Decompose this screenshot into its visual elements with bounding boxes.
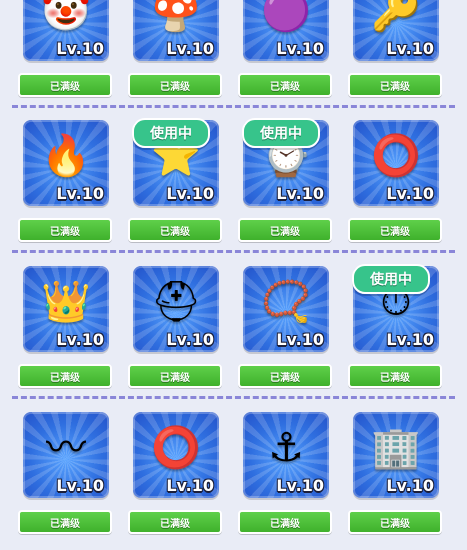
mushroom-head-icon: 🍄: [151, 0, 201, 35]
in-use-badge: 使用中: [352, 264, 430, 294]
tooth-necklace-icon: 📿: [261, 279, 311, 326]
gold-ornament-icon: 〰: [46, 425, 86, 472]
max-level-button[interactable]: 已满级: [238, 364, 332, 388]
level-label: Lv.10: [166, 184, 214, 203]
max-level-button[interactable]: 已满级: [348, 218, 442, 242]
max-level-button[interactable]: 已满级: [18, 364, 112, 388]
purple-ball-icon: 🟣: [261, 0, 311, 35]
level-label: Lv.10: [386, 330, 434, 349]
building-icon: 🏢: [371, 425, 421, 472]
item-card[interactable]: 🏢 Lv.10: [353, 412, 439, 498]
gold-ring-icon: ⭕: [151, 425, 201, 472]
anchor-icon: ⚓: [268, 425, 304, 472]
max-level-button[interactable]: 已满级: [348, 510, 442, 534]
item-card[interactable]: 🟣 Lv.10: [243, 0, 329, 61]
level-label: Lv.10: [276, 330, 324, 349]
level-label: Lv.10: [56, 39, 104, 58]
level-label: Lv.10: [276, 184, 324, 203]
item-card[interactable]: ⭕ Lv.10: [353, 120, 439, 206]
in-use-badge: 使用中: [132, 118, 210, 148]
level-label: Lv.10: [166, 39, 214, 58]
helmet-icon: ⛑: [150, 279, 202, 326]
max-level-button[interactable]: 已满级: [18, 218, 112, 242]
gold-earrings-icon: ⭕: [371, 133, 421, 180]
item-card[interactable]: ⭕ Lv.10: [133, 412, 219, 498]
level-label: Lv.10: [276, 39, 324, 58]
max-level-button[interactable]: 已满级: [128, 510, 222, 534]
item-card[interactable]: 📿 Lv.10: [243, 266, 329, 352]
max-level-button[interactable]: 已满级: [128, 218, 222, 242]
clown-face-icon: 🤡: [41, 0, 91, 35]
max-level-button[interactable]: 已满级: [238, 73, 332, 97]
item-card[interactable]: 〰 Lv.10: [23, 412, 109, 498]
item-card[interactable]: 🔑 Lv.10: [353, 0, 439, 61]
row-divider: [12, 250, 455, 253]
level-label: Lv.10: [166, 330, 214, 349]
level-label: Lv.10: [386, 39, 434, 58]
level-label: Lv.10: [276, 476, 324, 495]
in-use-badge: 使用中: [242, 118, 320, 148]
item-card[interactable]: ⛑ Lv.10: [133, 266, 219, 352]
level-label: Lv.10: [386, 184, 434, 203]
item-card[interactable]: ⚓ Lv.10: [243, 412, 329, 498]
wind-up-key-icon: 🔑: [371, 0, 421, 35]
level-label: Lv.10: [56, 330, 104, 349]
item-card[interactable]: 👑 Lv.10: [23, 266, 109, 352]
accessory-grid: 🤡 Lv.10 🍄 Lv.10 🟣 Lv.10 🔑 Lv.10 已满级 已满级 …: [0, 0, 467, 550]
level-label: Lv.10: [56, 184, 104, 203]
max-level-button[interactable]: 已满级: [18, 73, 112, 97]
crown-icon: 👑: [41, 279, 91, 326]
max-level-button[interactable]: 已满级: [238, 218, 332, 242]
level-label: Lv.10: [386, 476, 434, 495]
row-divider: [12, 105, 455, 108]
level-label: Lv.10: [166, 476, 214, 495]
level-label: Lv.10: [56, 476, 104, 495]
max-level-button[interactable]: 已满级: [128, 73, 222, 97]
fire-fez-hat-icon: 🔥: [41, 133, 91, 180]
max-level-button[interactable]: 已满级: [238, 510, 332, 534]
item-card[interactable]: 🍄 Lv.10: [133, 0, 219, 61]
item-card[interactable]: 🤡 Lv.10: [23, 0, 109, 61]
max-level-button[interactable]: 已满级: [128, 364, 222, 388]
max-level-button[interactable]: 已满级: [348, 73, 442, 97]
max-level-button[interactable]: 已满级: [18, 510, 112, 534]
row-divider: [12, 396, 455, 399]
max-level-button[interactable]: 已满级: [348, 364, 442, 388]
item-card[interactable]: 🔥 Lv.10: [23, 120, 109, 206]
